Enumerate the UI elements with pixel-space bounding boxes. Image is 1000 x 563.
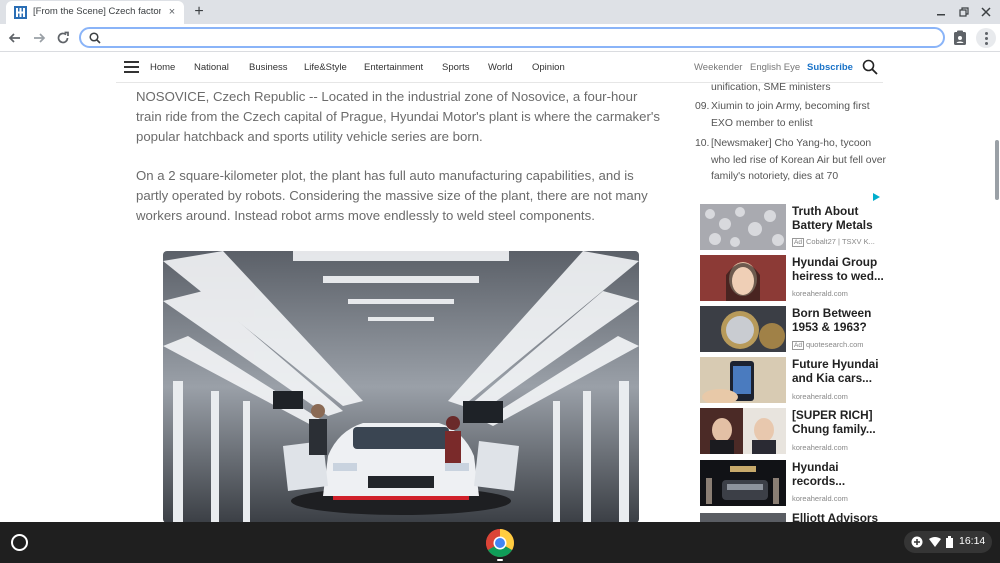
article-paragraph: NOSOVICE, Czech Republic -- Located in t… (136, 89, 660, 144)
new-tab-button[interactable]: + (190, 3, 208, 21)
popular-item[interactable]: unification, SME ministers (711, 80, 886, 97)
close-window-icon[interactable] (978, 4, 994, 20)
popular-rank: 09. (695, 101, 710, 112)
nav-sports[interactable]: Sports (442, 62, 469, 73)
tab-close-icon[interactable]: × (165, 5, 179, 19)
koreaherald-favicon-icon (14, 6, 27, 19)
site-search-icon[interactable] (862, 59, 878, 75)
site-header: Home National Business Life&Style Entert… (116, 53, 883, 83)
ad-source: koreaherald.com (792, 289, 848, 298)
nav-home[interactable]: Home (150, 62, 175, 73)
nav-opinion[interactable]: Opinion (532, 62, 565, 73)
nav-world[interactable]: World (488, 62, 513, 73)
status-tray[interactable]: 16:14 (904, 531, 992, 553)
popular-item[interactable]: Xiumin to join Army, becoming first EXO … (711, 99, 886, 132)
ad-badge: Ad (792, 238, 804, 247)
chrome-app-icon[interactable] (485, 528, 515, 558)
ad-title[interactable]: Hyundai Group heiress to wed... (792, 255, 887, 283)
search-icon (89, 32, 101, 44)
nav-entertainment[interactable]: Entertainment (364, 62, 423, 73)
ad-thumbnail[interactable] (700, 408, 786, 454)
ad-thumbnail[interactable] (700, 255, 786, 301)
subscribe-link[interactable]: Subscribe (807, 62, 853, 73)
os-shelf: 16:14 (0, 522, 1000, 563)
ad-title[interactable]: Elliott Advisors (792, 511, 887, 522)
ad-title[interactable]: [SUPER RICH] Chung family... (792, 408, 887, 436)
popular-rank: 10. (695, 138, 710, 149)
running-indicator (497, 559, 503, 561)
ad-thumbnail[interactable] (700, 306, 786, 352)
nav-english-eye[interactable]: English Eye (750, 62, 800, 73)
page-scrollbar[interactable] (995, 140, 999, 200)
factory-production-line-photo-icon (163, 251, 639, 523)
reload-icon[interactable] (54, 29, 72, 47)
ad-title[interactable]: Truth About Battery Metals (792, 204, 887, 232)
nav-weekender[interactable]: Weekender (694, 62, 742, 73)
ad-thumbnail[interactable] (700, 204, 786, 250)
popular-item[interactable]: [Newsmaker] Cho Yang-ho, tycoon who led … (711, 136, 886, 186)
ad-thumbnail[interactable] (700, 460, 786, 506)
forward-arrow-icon[interactable] (30, 29, 48, 47)
address-bar[interactable] (79, 27, 945, 48)
address-input[interactable] (107, 30, 907, 45)
tab-strip: [From the Scene] Czech factory c × + (0, 0, 1000, 24)
ad-source: Ad quotesearch.com (792, 340, 864, 350)
nav-national[interactable]: National (194, 62, 229, 73)
battery-icon (946, 536, 953, 548)
adchoices-icon[interactable] (871, 192, 881, 202)
wifi-icon (929, 537, 941, 547)
article-paragraph: On a 2 square-kilometer plot, the plant … (136, 168, 648, 223)
ad-thumbnail[interactable] (700, 511, 786, 522)
clock: 16:14 (959, 535, 986, 547)
ad-title[interactable]: Future Hyundai and Kia cars... (792, 357, 887, 385)
back-arrow-icon[interactable] (6, 29, 24, 47)
minimize-icon[interactable] (933, 4, 949, 20)
ad-source: Ad Cobalt27 | TSXV K... (792, 237, 875, 247)
nav-life-style[interactable]: Life&Style (304, 62, 347, 73)
ad-thumbnail[interactable] (700, 357, 786, 403)
restore-icon[interactable] (956, 4, 972, 20)
add-circle-icon (911, 536, 923, 548)
nav-business[interactable]: Business (249, 62, 288, 73)
ad-badge: Ad (792, 341, 804, 350)
ad-source: koreaherald.com (792, 494, 848, 503)
tab-title: [From the Scene] Czech factory c (33, 6, 161, 17)
browser-tab[interactable]: [From the Scene] Czech factory c × (6, 1, 184, 24)
hamburger-menu-icon[interactable] (124, 61, 139, 74)
ad-title[interactable]: Born Between 1953 & 1963? (792, 306, 887, 334)
ad-title[interactable]: Hyundai records... (792, 460, 887, 488)
ad-source: koreaherald.com (792, 392, 848, 401)
article-photo (163, 251, 639, 523)
chrome-menu-icon[interactable] (976, 28, 996, 48)
ad-source: koreaherald.com (792, 443, 848, 452)
browser-toolbar (0, 24, 1000, 52)
extension-clipboard-icon[interactable] (953, 30, 967, 46)
launcher-icon[interactable] (11, 534, 28, 551)
